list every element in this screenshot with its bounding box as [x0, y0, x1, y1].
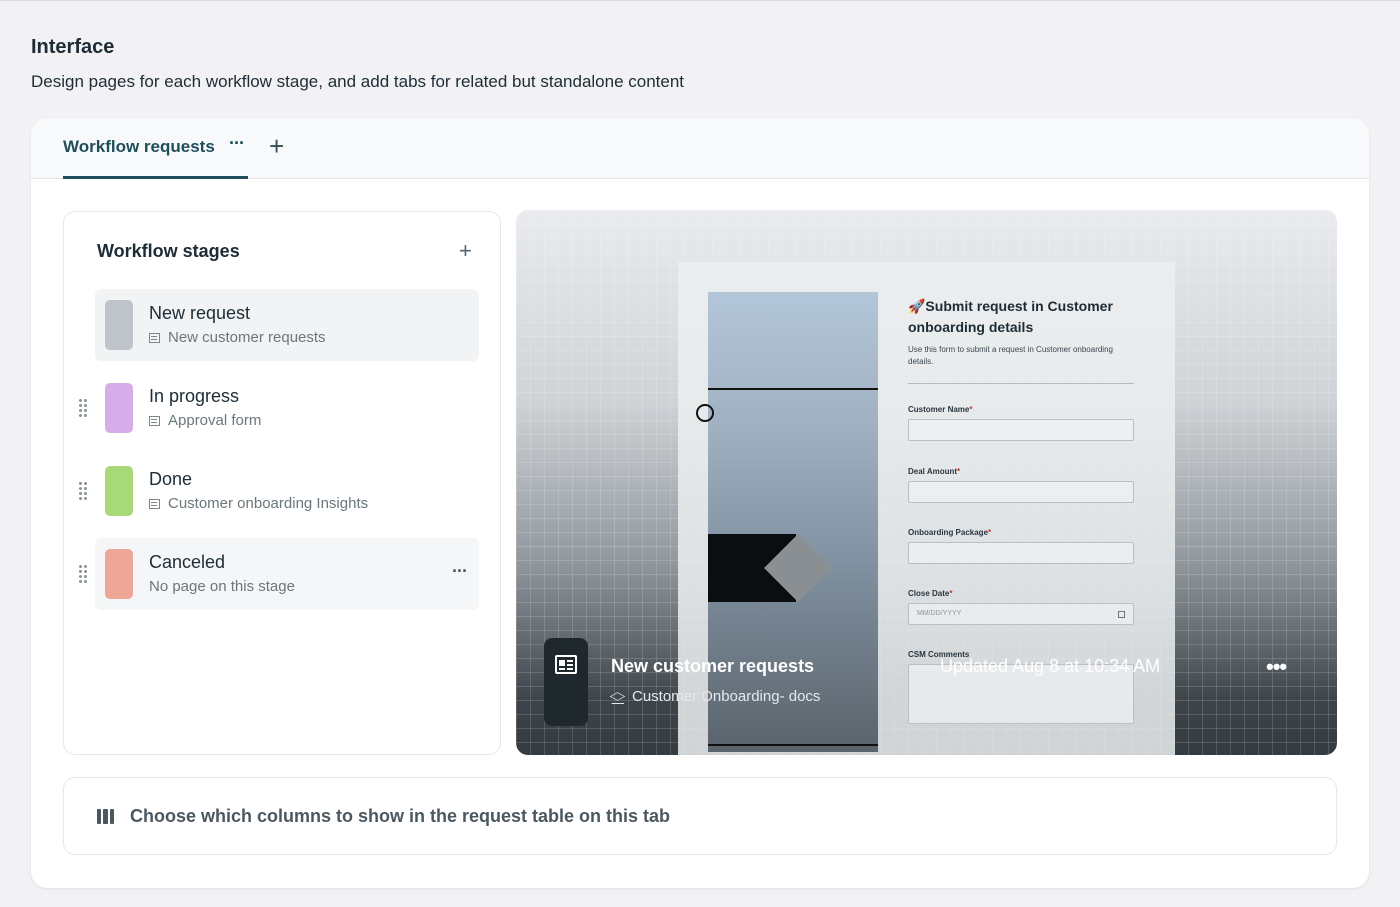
form-field-label: Close Date* — [908, 589, 953, 598]
stage-name: Done — [149, 469, 193, 489]
stage-page: Approval form — [149, 412, 261, 429]
form-cover-image — [696, 292, 878, 752]
stage-page: No page on this stage — [149, 578, 295, 595]
stage-done[interactable]: Done Customer onboarding Insights — [95, 455, 479, 527]
form-title: 🚀Submit request in Customer onboarding d… — [908, 298, 1113, 335]
drag-handle-icon[interactable] — [78, 481, 88, 501]
layers-icon — [611, 691, 624, 704]
calendar-icon — [1118, 611, 1125, 618]
form-field-label: Onboarding Package* — [908, 528, 992, 537]
form-field-input — [908, 542, 1134, 564]
stage-name: New request — [149, 303, 251, 323]
page-preview-card[interactable]: 🚀Submit request in Customer onboarding d… — [516, 210, 1337, 755]
tab-label: Workflow requests — [63, 137, 215, 156]
stage-in-progress[interactable]: In progress Approval form — [95, 372, 479, 444]
form-date-input: MM/DD/YYYY — [908, 603, 1134, 625]
preview-page-source: Customer Onboarding- docs — [611, 688, 820, 705]
preview-page-title: New customer requests — [611, 656, 815, 676]
form-divider — [908, 383, 1134, 384]
drag-handle-icon[interactable] — [78, 564, 88, 584]
stage-name: Canceled — [149, 552, 226, 572]
section-description: Design pages for each workflow stage, an… — [31, 72, 685, 91]
page-icon — [149, 498, 160, 509]
page-type-badge — [544, 638, 588, 726]
form-field-input — [908, 419, 1134, 441]
tab-bar: Workflow requests ··· + — [31, 118, 1369, 179]
stage-new-request[interactable]: New request New customer requests — [95, 289, 479, 361]
section-title: Interface — [31, 36, 115, 58]
choose-columns-label: Choose which columns to show in the requ… — [130, 806, 671, 826]
form-description: Use this form to submit a request in Cus… — [908, 345, 1113, 366]
stage-page-label: Customer onboarding Insights — [168, 495, 369, 512]
date-placeholder: MM/DD/YYYY — [917, 610, 962, 617]
preview-more-icon[interactable]: ••• — [1266, 654, 1287, 680]
form-field-label: Deal Amount* — [908, 467, 961, 476]
stage-name: In progress — [149, 386, 240, 406]
workflow-stages-title: Workflow stages — [97, 241, 240, 261]
preview-updated-time: Updated Aug 8 at 10:34 AM — [940, 656, 1161, 676]
page-layout-icon — [555, 655, 577, 674]
stage-color-swatch — [105, 466, 133, 516]
stage-page-label: No page on this stage — [149, 578, 295, 595]
workflow-stages-panel: Workflow stages + New request New custom… — [63, 211, 501, 755]
columns-icon — [97, 809, 114, 824]
preview-source-label: Customer Onboarding- docs — [632, 688, 821, 705]
tab-workflow-requests[interactable]: Workflow requests ··· — [63, 118, 248, 179]
drag-handle-icon[interactable] — [78, 398, 88, 418]
add-stage-button[interactable]: + — [459, 238, 472, 264]
choose-columns-button[interactable]: Choose which columns to show in the requ… — [63, 777, 1337, 855]
top-divider — [0, 0, 1400, 1]
tab-more-icon[interactable]: ··· — [229, 133, 245, 154]
interface-card: Workflow requests ··· + Workflow stages … — [31, 118, 1369, 888]
stage-color-swatch — [105, 549, 133, 599]
page-icon — [149, 415, 160, 426]
stage-color-swatch — [105, 300, 133, 350]
add-tab-button[interactable]: + — [269, 132, 284, 160]
stage-page: Customer onboarding Insights — [149, 495, 368, 512]
stage-canceled[interactable]: Canceled No page on this stage ··· — [95, 538, 479, 610]
form-field-input — [908, 481, 1134, 503]
form-field-label: Customer Name* — [908, 405, 973, 414]
stage-more-icon[interactable]: ··· — [452, 561, 468, 582]
stage-page-label: New customer requests — [168, 329, 326, 346]
stage-page-label: Approval form — [168, 412, 262, 429]
stage-color-swatch — [105, 383, 133, 433]
page-icon — [149, 332, 160, 343]
stage-page: New customer requests — [149, 329, 326, 346]
form-thumbnail: 🚀Submit request in Customer onboarding d… — [678, 262, 1175, 755]
